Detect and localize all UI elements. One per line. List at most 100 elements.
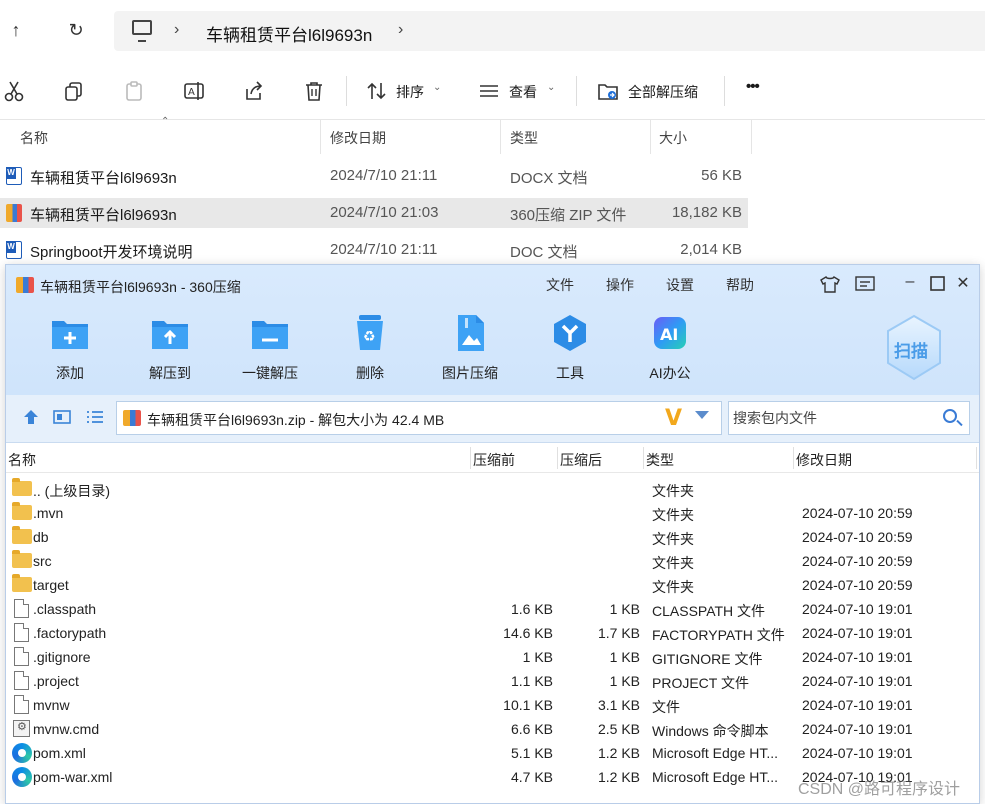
more-options-button[interactable]: ••• bbox=[746, 78, 760, 95]
scan-button[interactable]: 扫描 bbox=[882, 313, 946, 383]
up-arrow-icon[interactable]: ↑ bbox=[4, 18, 28, 42]
archive-row[interactable]: db 文件夹 2024-07-10 20:59 bbox=[6, 525, 979, 549]
column-name[interactable]: 名称 bbox=[8, 450, 36, 470]
menu-file[interactable]: 文件 bbox=[546, 275, 574, 295]
extract-all-icon[interactable] bbox=[597, 80, 619, 102]
archive-row[interactable]: src 文件夹 2024-07-10 20:59 bbox=[6, 549, 979, 573]
archive-row[interactable]: .classpath 1.6 KB 1 KB CLASSPATH 文件 2024-07-… bbox=[6, 597, 979, 621]
maximize-icon[interactable] bbox=[926, 275, 948, 293]
tool-one-click-extract-button[interactable]: 一键解压 bbox=[230, 313, 310, 383]
archive-row[interactable]: .factorypath 14.6 KB 1.7 KB FACTORYPATH 文件 2… bbox=[6, 621, 979, 645]
column-date[interactable]: 修改日期 bbox=[796, 450, 852, 470]
tool-label: 工具 bbox=[556, 365, 584, 381]
v-logo-icon[interactable]: V bbox=[665, 406, 682, 431]
paste-icon[interactable] bbox=[123, 80, 145, 102]
delete-icon[interactable] bbox=[303, 80, 325, 102]
file-row[interactable]: Springboot开发环境说明 2024/7/10 21:11 DOC 文档 … bbox=[0, 235, 748, 265]
column-name[interactable]: 名称 bbox=[20, 128, 48, 148]
cut-icon[interactable] bbox=[3, 80, 25, 102]
zip-archive-icon bbox=[6, 204, 22, 222]
copy-icon[interactable] bbox=[63, 80, 85, 102]
tool-add-button[interactable]: 添加 bbox=[30, 313, 110, 383]
extract-all-button[interactable]: 全部解压缩 bbox=[628, 82, 698, 102]
column-divider[interactable] bbox=[650, 120, 651, 154]
file-date: 2024/7/10 21:03 bbox=[330, 204, 439, 221]
column-date[interactable]: 修改日期 bbox=[330, 128, 386, 148]
dropdown-arrow-icon[interactable] bbox=[695, 411, 709, 419]
thumbnail-view-icon[interactable] bbox=[53, 409, 71, 425]
chevron-right-icon[interactable]: › bbox=[174, 21, 179, 39]
menu-help[interactable]: 帮助 bbox=[726, 275, 754, 295]
refresh-icon[interactable]: ↻ bbox=[64, 18, 88, 42]
archive-row[interactable]: .. (上级目录) 文件夹 bbox=[6, 477, 979, 501]
search-icon[interactable] bbox=[943, 409, 957, 423]
list-view-icon[interactable] bbox=[86, 409, 104, 425]
entry-name: pom.xml bbox=[33, 745, 86, 761]
menu-settings[interactable]: 设置 bbox=[666, 275, 694, 295]
chevron-right-icon[interactable]: › bbox=[398, 21, 403, 39]
column-size-before[interactable]: 压缩前 bbox=[473, 450, 515, 470]
tool-delete-button[interactable]: ♻ 删除 bbox=[330, 313, 410, 383]
sort-button[interactable]: 排序 bbox=[396, 82, 424, 102]
tool-extract-to-button[interactable]: 解压到 bbox=[130, 313, 210, 383]
column-type[interactable]: 类型 bbox=[510, 128, 538, 148]
entry-size-before: 1.1 KB bbox=[510, 673, 553, 689]
archive-row[interactable]: target 文件夹 2024-07-10 20:59 bbox=[6, 573, 979, 597]
column-divider[interactable] bbox=[557, 447, 558, 469]
entry-date: 2024-07-10 19:01 bbox=[802, 721, 913, 737]
entry-size-after: 2.5 KB bbox=[597, 721, 640, 737]
tool-image-compress-button[interactable]: 图片压缩 bbox=[430, 313, 510, 383]
feedback-icon[interactable] bbox=[854, 274, 876, 294]
menu-operation[interactable]: 操作 bbox=[606, 275, 634, 295]
entry-name: target bbox=[33, 577, 69, 593]
file-name: 车辆租赁平台l6l9693n bbox=[30, 170, 177, 187]
skin-shirt-icon[interactable] bbox=[819, 274, 841, 294]
this-pc-icon[interactable] bbox=[132, 20, 152, 42]
toolbar-divider bbox=[576, 76, 577, 106]
chevron-down-icon[interactable]: ⌄ bbox=[433, 82, 441, 93]
archive-row[interactable]: .mvn 文件夹 2024-07-10 20:59 bbox=[6, 501, 979, 525]
archive-path-field[interactable]: 车辆租赁平台l6l9693n.zip - 解包大小为 42.4 MB V bbox=[116, 401, 722, 435]
column-type[interactable]: 类型 bbox=[646, 450, 674, 470]
up-level-icon[interactable] bbox=[22, 409, 40, 425]
column-size[interactable]: 大小 bbox=[659, 128, 687, 148]
column-divider[interactable] bbox=[976, 447, 977, 469]
column-divider[interactable] bbox=[793, 447, 794, 469]
sort-icon[interactable] bbox=[366, 80, 388, 102]
close-icon[interactable]: ✕ bbox=[952, 273, 974, 293]
column-divider[interactable] bbox=[643, 447, 644, 469]
entry-type: 文件 bbox=[652, 699, 680, 715]
minimize-icon[interactable]: – bbox=[899, 273, 921, 291]
entry-size-after: 1 KB bbox=[609, 649, 640, 665]
column-divider[interactable] bbox=[751, 120, 752, 154]
archive-row[interactable]: .project 1.1 KB 1 KB PROJECT 文件 2024-07-10 1… bbox=[6, 669, 979, 693]
column-divider[interactable] bbox=[470, 447, 471, 469]
scan-label: 扫描 bbox=[894, 342, 928, 361]
rename-icon[interactable]: A bbox=[183, 80, 205, 102]
archive-row[interactable]: pom.xml 5.1 KB 1.2 KB Microsoft Edge HT... 2… bbox=[6, 741, 979, 765]
column-divider[interactable] bbox=[500, 120, 501, 154]
archive-row[interactable]: mvnw 10.1 KB 3.1 KB 文件 2024-07-10 19:01 bbox=[6, 693, 979, 717]
script-file-icon bbox=[13, 720, 30, 737]
archive-row[interactable]: mvnw.cmd 6.6 KB 2.5 KB Windows 命令脚本 2024-07-… bbox=[6, 717, 979, 741]
address-bar[interactable]: › 车辆租赁平台l6l9693n › bbox=[114, 11, 985, 51]
file-row[interactable]: 车辆租赁平台l6l9693n 2024/7/10 21:11 DOCX 文档 5… bbox=[0, 161, 748, 191]
column-divider[interactable] bbox=[320, 120, 321, 154]
view-button[interactable]: 查看 bbox=[509, 82, 537, 102]
breadcrumb-folder[interactable]: 车辆租赁平台l6l9693n bbox=[206, 21, 372, 46]
archive-search-input[interactable] bbox=[729, 402, 934, 434]
entry-date: 2024-07-10 20:59 bbox=[802, 553, 913, 569]
column-size-after[interactable]: 压缩后 bbox=[560, 450, 602, 470]
tool-tools-button[interactable]: 工具 bbox=[530, 313, 610, 383]
file-row-selected[interactable]: 车辆租赁平台l6l9693n 2024/7/10 21:03 360压缩 ZIP… bbox=[0, 198, 748, 228]
view-icon[interactable] bbox=[478, 80, 500, 102]
share-icon[interactable] bbox=[243, 80, 265, 102]
chevron-down-icon[interactable]: ⌄ bbox=[547, 82, 555, 93]
archive-search-box[interactable] bbox=[728, 401, 970, 435]
file-type: DOC 文档 bbox=[510, 244, 578, 261]
tool-ai-office-button[interactable]: AI AI办公 bbox=[630, 313, 710, 383]
file-icon bbox=[14, 647, 29, 666]
entry-date: 2024-07-10 19:01 bbox=[802, 673, 913, 689]
toolbar-divider bbox=[724, 76, 725, 106]
archive-row[interactable]: .gitignore 1 KB 1 KB GITIGNORE 文件 2024-07-10… bbox=[6, 645, 979, 669]
